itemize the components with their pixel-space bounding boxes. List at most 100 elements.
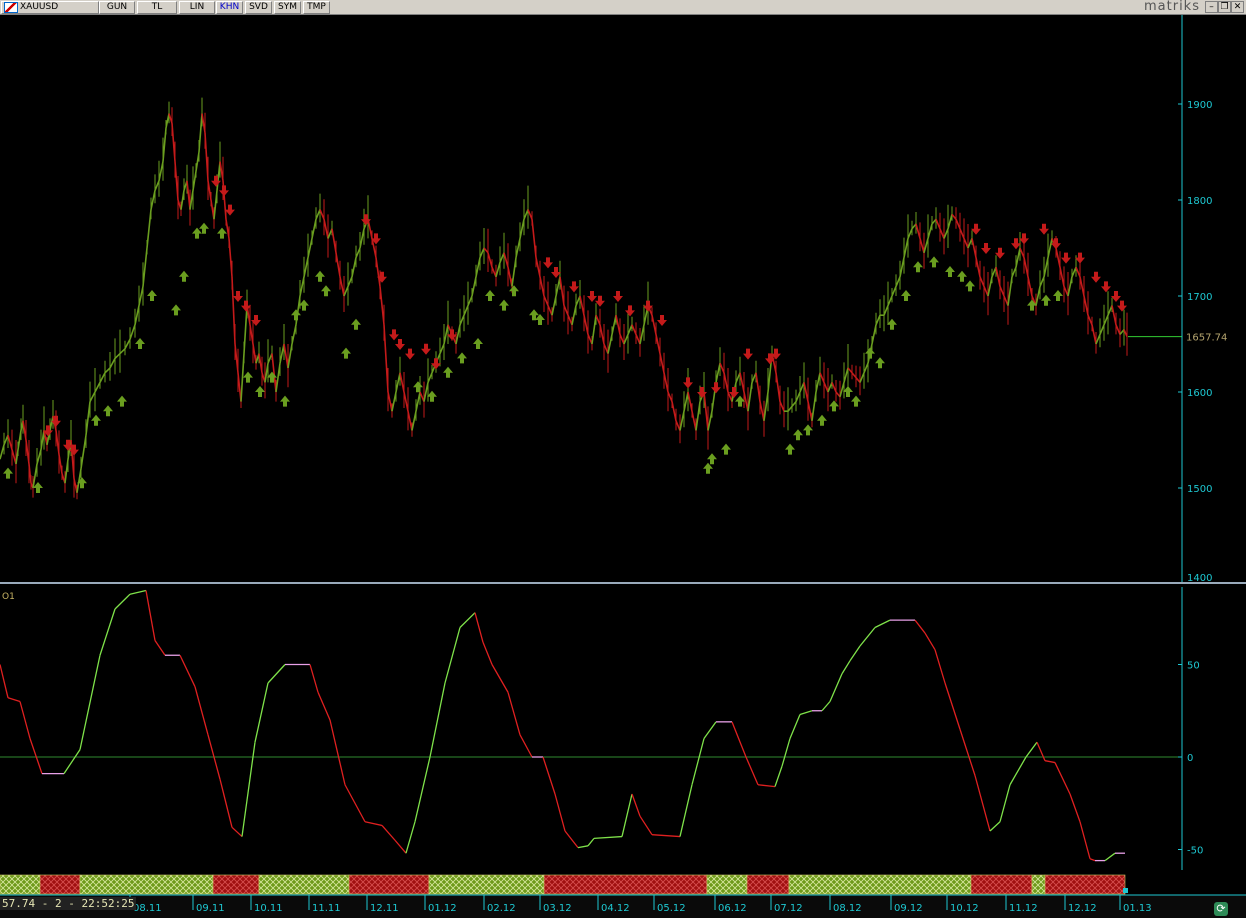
price-line-segment	[595, 314, 601, 326]
sell-arrow	[711, 382, 721, 394]
sell-arrow	[569, 281, 579, 293]
sym-button[interactable]: SYM	[274, 1, 301, 14]
price-line-segment	[359, 228, 365, 249]
price-tick-label: 1500	[1187, 484, 1212, 495]
osc-line-segment	[914, 619, 926, 634]
price-line-segment	[1075, 266, 1081, 278]
price-line-segment	[1063, 286, 1069, 297]
osc-line-segment	[745, 756, 759, 786]
price-line-segment	[1103, 314, 1109, 326]
refresh-icon[interactable]: ⟳	[1214, 902, 1228, 916]
price-line-segment	[491, 266, 497, 278]
price-line-segment	[843, 367, 849, 383]
osc-line-segment	[631, 793, 641, 817]
price-line-segment	[427, 372, 433, 383]
price-line-segment	[903, 238, 909, 258]
osc-line-segment	[507, 692, 521, 735]
price-line-segment	[895, 276, 901, 287]
price-line-segment	[411, 411, 417, 431]
last-price-label: 1657.74	[1186, 333, 1227, 344]
price-line-segment	[387, 391, 393, 412]
buy-arrow	[485, 290, 495, 301]
price-line-segment	[979, 276, 985, 287]
downtrend-segment	[348, 874, 430, 895]
price-line-segment	[635, 334, 641, 345]
price-line-segment	[975, 257, 981, 277]
uptrend-segment	[0, 874, 41, 895]
price-line-segment	[0, 444, 5, 460]
price-line-segment	[791, 401, 797, 407]
price-line-segment	[899, 257, 905, 277]
price-line-segment	[307, 238, 313, 258]
osc-line-segment	[679, 784, 693, 837]
price-line-segment	[663, 372, 669, 393]
buy-arrow	[913, 261, 923, 273]
price-line-segment	[603, 343, 609, 354]
date-tick-label: 06.12	[718, 903, 747, 914]
sell-arrow	[683, 377, 693, 389]
date-tick-label: 01.13	[1123, 903, 1152, 914]
buy-arrow	[103, 405, 113, 417]
symbol-button[interactable]: XAUUSD	[1, 1, 99, 14]
tmp-button[interactable]: TMP	[303, 1, 330, 14]
sell-arrow	[587, 291, 597, 302]
toolbar: XAUUSD GUN TL LIN KHN SVD SYM TMP matrik…	[0, 0, 1246, 15]
osc-line-segment	[989, 821, 1001, 832]
price-line-segment	[1091, 324, 1097, 345]
tl-button[interactable]: TL	[137, 1, 177, 14]
lin-button[interactable]: LIN	[179, 1, 215, 14]
price-line-segment	[1007, 276, 1013, 306]
svd-button[interactable]: SVD	[245, 1, 272, 14]
osc-line-segment	[79, 655, 101, 750]
close-icon[interactable]: ✕	[1231, 1, 1244, 13]
buy-arrow	[147, 290, 157, 301]
downtrend-segment	[39, 874, 81, 895]
buy-arrow	[217, 227, 227, 239]
price-line-segment	[80, 435, 87, 469]
price-line-segment	[683, 391, 689, 412]
price-line-segment	[687, 391, 693, 412]
price-line-segment	[583, 315, 589, 335]
osc-line-segment	[651, 834, 681, 838]
osc-line-segment	[394, 839, 407, 854]
sell-arrow	[389, 329, 399, 341]
price-line-segment	[607, 334, 613, 354]
gun-button[interactable]: GUN	[99, 1, 135, 14]
price-line-segment	[555, 276, 561, 297]
date-tick-label: 12.12	[1068, 903, 1097, 914]
price-line-segment	[951, 213, 957, 220]
price-line-segment	[739, 372, 745, 393]
sell-arrow	[405, 348, 415, 360]
price-line-segment	[407, 411, 413, 431]
buy-arrow	[793, 429, 803, 441]
oscillator-title: O1	[2, 592, 15, 602]
date-tick-label: 02.12	[487, 903, 516, 914]
price-line-segment	[983, 286, 989, 297]
price-line-segment	[755, 372, 761, 402]
osc-line-segment	[757, 784, 776, 788]
price-line-segment	[695, 401, 701, 431]
minimize-icon[interactable]: –	[1205, 1, 1218, 13]
restore-icon[interactable]: ❐	[1218, 1, 1231, 13]
price-line-segment	[935, 218, 941, 230]
oscillator-axis: -50 0 50	[1178, 587, 1203, 870]
buy-arrow	[341, 347, 351, 359]
date-tick-label: 01.12	[428, 903, 457, 914]
khn-button[interactable]: KHN	[216, 1, 243, 14]
osc-line-segment	[219, 779, 233, 828]
osc-line-segment	[841, 660, 851, 675]
price-line-segment	[651, 315, 657, 335]
price-line-segment	[146, 209, 152, 249]
chart-area[interactable]: 150016001700180019001400 O1 -50050 08.11…	[0, 15, 1246, 918]
price-tick-label: 1900	[1187, 100, 1212, 111]
osc-line-segment	[329, 719, 346, 785]
price-axis: 150016001700180019001400	[1178, 15, 1212, 584]
price-line-segment	[1083, 295, 1089, 316]
price-line-segment	[615, 315, 621, 335]
price-line-segment	[503, 252, 509, 268]
buy-arrow	[179, 270, 189, 282]
date-tick-label: 09.12	[894, 903, 923, 914]
price-line-segment	[571, 305, 577, 325]
price-line-segment	[679, 411, 685, 431]
price-line-segment	[1023, 257, 1029, 277]
